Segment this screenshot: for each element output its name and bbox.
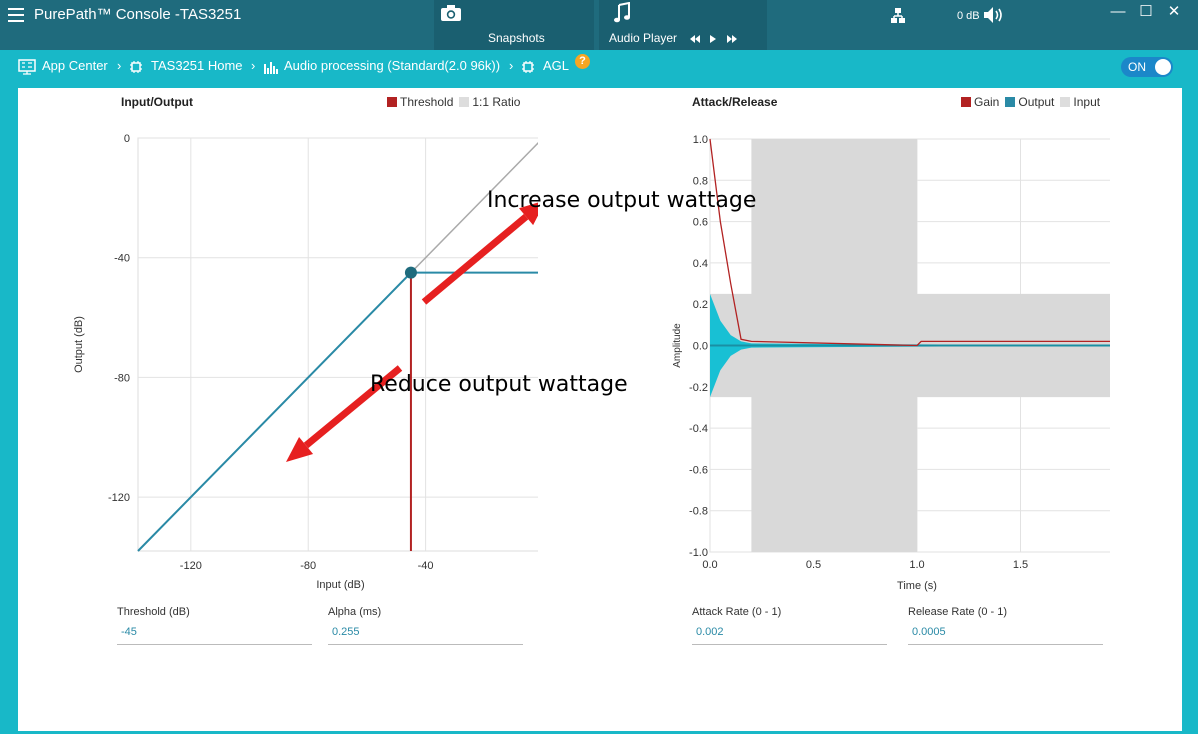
equalizer-icon	[264, 62, 278, 74]
breadcrumb: App Center › TAS3251 Home › Audio proces…	[0, 52, 1198, 82]
threshold-input[interactable]: -45	[117, 626, 312, 645]
threshold-label: Threshold (dB)	[117, 606, 190, 618]
ar-ytick-label: 0.4	[693, 258, 708, 270]
hamburger-menu-icon[interactable]	[8, 8, 24, 22]
fast-forward-icon[interactable]	[726, 34, 738, 44]
release-rate-input[interactable]: 0.0005	[908, 626, 1103, 645]
release-rate-label: Release Rate (0 - 1)	[908, 606, 1008, 618]
breadcrumb-app-center[interactable]: App Center	[42, 58, 108, 73]
volume-control[interactable]: 0 dB	[957, 6, 1005, 24]
io-xtick-label: -80	[300, 560, 316, 572]
main-panel: Input/Output Threshold 1:1 Ratio Attack/R…	[18, 88, 1182, 731]
breadcrumb-agl[interactable]: AGL	[543, 58, 569, 73]
play-icon[interactable]	[709, 34, 717, 44]
attack-rate-field[interactable]: Attack Rate (0 - 1) 0.002	[692, 606, 887, 645]
attack-rate-label: Attack Rate (0 - 1)	[692, 606, 782, 618]
breadcrumb-tas3251-home[interactable]: TAS3251 Home	[151, 58, 243, 73]
annotation-reduce: Reduce output wattage	[370, 372, 628, 397]
io-ytick-label: -120	[108, 492, 130, 504]
legend-ratio: 1:1 Ratio	[472, 95, 521, 109]
speaker-icon	[983, 7, 1002, 23]
ar-xtick-label: 1.5	[1013, 559, 1028, 571]
rewind-icon[interactable]	[689, 34, 701, 44]
ar-y-axis-label: Amplitude	[672, 323, 683, 368]
gain-swatch	[961, 97, 971, 107]
legend-input: Input	[1073, 95, 1101, 109]
ar-ytick-label: 0.0	[693, 341, 708, 353]
io-chart-legend: Threshold 1:1 Ratio	[381, 95, 520, 109]
music-note-icon	[614, 2, 630, 23]
ar-ytick-label: 0.2	[693, 299, 708, 311]
ar-ytick-label: -0.2	[689, 382, 708, 394]
close-button[interactable]: ✕	[1160, 2, 1188, 20]
io-ytick-label: 0	[124, 133, 130, 145]
io-xtick-label: -40	[418, 560, 434, 572]
toggle-label: ON	[1128, 60, 1146, 74]
io-x-axis-label: Input (dB)	[316, 579, 364, 591]
agl-enable-toggle[interactable]: ON	[1121, 57, 1173, 77]
alpha-label: Alpha (ms)	[328, 606, 382, 618]
ar-ytick-label: -0.4	[689, 423, 708, 435]
threshold-swatch	[387, 97, 397, 107]
audio-player-label: Audio Player	[609, 31, 678, 45]
chip-icon	[130, 61, 142, 73]
io-ytick-label: -40	[114, 253, 130, 265]
chevron-right-icon: ›	[509, 58, 514, 73]
ar-chart-title: Attack/Release	[692, 95, 778, 109]
ar-x-axis-label: Time (s)	[897, 580, 937, 592]
maximize-button[interactable]: ☐	[1132, 2, 1160, 20]
input-output-chart: -120-80-4000-40-80-120Input (dB)Output (…	[73, 133, 538, 591]
audio-player[interactable]: Audio Player	[599, 0, 767, 50]
io-chart-title: Input/Output	[121, 95, 193, 109]
annotation-increase: Increase output wattage	[487, 188, 757, 213]
title-bar: PurePath™ Console -TAS3251 Snapshots Aud…	[0, 0, 1198, 50]
output-swatch	[1005, 97, 1016, 107]
snapshots-button[interactable]: Snapshots	[434, 0, 594, 50]
chevron-right-icon: ›	[117, 58, 122, 73]
legend-threshold: Threshold	[400, 95, 454, 109]
threshold-handle	[404, 266, 417, 279]
snapshots-label: Snapshots	[488, 31, 545, 45]
io-xtick-label: -120	[180, 560, 202, 572]
alpha-input[interactable]: 0.255	[328, 626, 523, 645]
io-ytick-label: -80	[114, 372, 130, 384]
help-icon[interactable]: ?	[575, 54, 590, 69]
io-y-axis-label: Output (dB)	[73, 316, 85, 373]
app-title: PurePath™ Console -TAS3251	[34, 6, 242, 23]
ar-ytick-label: -1.0	[689, 547, 708, 559]
legend-gain: Gain	[974, 95, 1000, 109]
app-center-icon	[18, 59, 36, 75]
input-swatch	[1060, 97, 1071, 107]
ar-chart-legend: Gain Output Input	[955, 95, 1100, 109]
ar-ytick-label: 0.6	[693, 217, 708, 229]
camera-icon	[441, 5, 461, 21]
ar-xtick-label: 1.0	[909, 559, 924, 571]
alpha-field[interactable]: Alpha (ms) 0.255	[328, 606, 523, 645]
ratio-swatch	[459, 97, 470, 107]
ar-ytick-label: -0.8	[689, 506, 708, 518]
threshold-field[interactable]: Threshold (dB) -45	[117, 606, 312, 645]
legend-output: Output	[1018, 95, 1055, 109]
ar-xtick-label: 0.5	[806, 559, 821, 571]
breadcrumb-audio-processing[interactable]: Audio processing (Standard(2.0 96k))	[284, 58, 500, 73]
ar-ytick-label: 1.0	[693, 134, 708, 146]
minimize-button[interactable]: —	[1104, 3, 1132, 20]
release-rate-field[interactable]: Release Rate (0 - 1) 0.0005	[908, 606, 1103, 645]
volume-value: 0 dB	[957, 10, 980, 22]
ar-xtick-label: 0.0	[702, 559, 717, 571]
chevron-right-icon: ›	[251, 58, 256, 73]
ar-ytick-label: 0.8	[693, 175, 708, 187]
ar-ytick-label: -0.6	[689, 464, 708, 476]
network-icon[interactable]	[890, 7, 906, 25]
toggle-knob	[1155, 59, 1171, 75]
attack-rate-input[interactable]: 0.002	[692, 626, 887, 645]
chip-icon	[522, 61, 534, 73]
